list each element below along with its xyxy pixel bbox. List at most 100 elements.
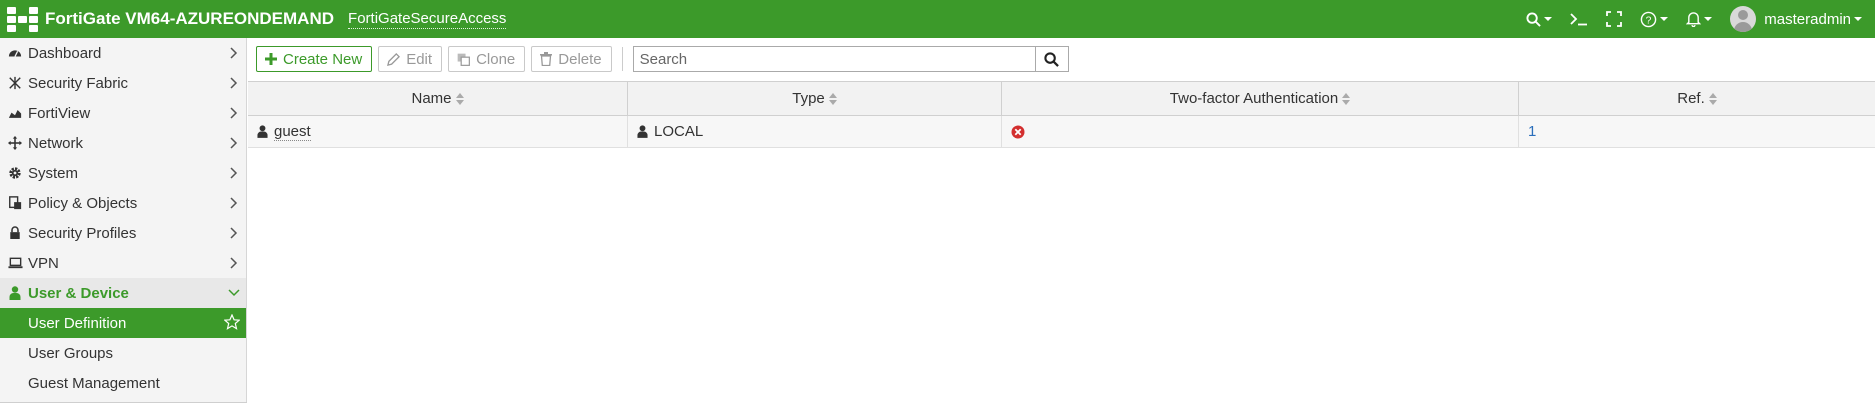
avatar	[1730, 6, 1757, 32]
table-header: Name Type Two-factor Authentication Ref.	[248, 81, 1875, 116]
user-icon	[637, 125, 648, 138]
chevron-down-icon	[1544, 17, 1553, 21]
chevron-right-icon	[230, 227, 238, 239]
column-header-label: Type	[792, 90, 825, 107]
edit-label: Edit	[406, 50, 433, 68]
clone-button[interactable]: Clone	[448, 46, 526, 72]
sidebar-item-label: VPN	[28, 254, 59, 272]
sidebar-item-security-profiles[interactable]: Security Profiles	[0, 218, 246, 248]
delete-label: Delete	[558, 50, 602, 68]
sidebar-item-network[interactable]: Network	[0, 128, 246, 158]
fortiview-icon	[7, 105, 23, 121]
sidebar-item-label: User & Device	[28, 284, 129, 302]
chevron-right-icon	[230, 197, 238, 209]
toolbar: Create New Edit Clone Delete	[248, 38, 1875, 80]
sidebar-item-system[interactable]: System	[0, 158, 246, 188]
chevron-down-icon	[1854, 17, 1862, 21]
table-row[interactable]: guest LOCAL 1	[248, 116, 1875, 148]
top-bar: FortiGate VM64-AZUREONDEMAND FortiGateSe…	[0, 0, 1875, 38]
user-menu-button[interactable]: masteradmin	[1721, 0, 1871, 38]
chevron-right-icon	[230, 137, 238, 149]
top-right-actions: ? masteradmin	[1517, 0, 1871, 38]
sidebar-subitem-guest-management[interactable]: Guest Management	[0, 368, 246, 398]
search-button[interactable]	[1034, 46, 1069, 72]
sidebar-subitem-label: Guest Management	[28, 374, 160, 392]
sidebar-subitem-user-groups[interactable]: User Groups	[0, 338, 246, 368]
notifications-button[interactable]	[1677, 0, 1721, 38]
dashboard-icon	[7, 45, 23, 61]
lock-icon	[7, 225, 23, 241]
user-type: LOCAL	[654, 123, 704, 140]
sidebar-item-vpn[interactable]: VPN	[0, 248, 246, 278]
user-icon	[7, 285, 23, 301]
chevron-down-icon	[1704, 17, 1713, 21]
fortinet-logo-icon	[4, 5, 40, 33]
sidebar-item-label: Security Fabric	[28, 74, 129, 92]
sidebar: Dashboard Security Fabric FortiView Netw…	[0, 38, 247, 403]
device-name: FortiGate VM64-AZUREONDEMAND	[45, 9, 335, 28]
chevron-down-icon	[228, 289, 240, 297]
sort-icon	[1342, 92, 1351, 105]
edit-button[interactable]: Edit	[378, 46, 443, 72]
plus-icon	[265, 53, 277, 65]
sidebar-subitem-label: User Groups	[28, 344, 114, 362]
column-header-ref[interactable]: Ref.	[1519, 82, 1875, 115]
disabled-x-circle-icon	[1011, 125, 1025, 138]
column-header-label: Name	[411, 90, 452, 107]
security-fabric-icon	[7, 75, 23, 91]
cell-two-factor	[1002, 116, 1519, 147]
search-input[interactable]	[632, 46, 1035, 72]
sidebar-item-label: System	[28, 164, 79, 182]
username: masteradmin	[1764, 10, 1851, 28]
search-icon	[1044, 51, 1059, 67]
chevron-right-icon	[230, 257, 238, 269]
sidebar-item-label: Dashboard	[28, 44, 102, 62]
column-header-label: Ref.	[1677, 90, 1705, 107]
column-header-type[interactable]: Type	[628, 82, 1002, 115]
sort-icon	[828, 92, 837, 105]
pencil-icon	[387, 52, 401, 66]
user-icon	[257, 125, 268, 138]
chevron-down-icon	[1660, 17, 1669, 21]
clone-icon	[457, 53, 471, 66]
help-menu-button[interactable]: ?	[1631, 0, 1677, 38]
user-name[interactable]: guest	[274, 123, 311, 141]
column-header-two-factor[interactable]: Two-factor Authentication	[1002, 82, 1519, 115]
create-new-button[interactable]: Create New	[256, 46, 373, 72]
sidebar-item-fortiview[interactable]: FortiView	[0, 98, 246, 128]
sidebar-item-security-fabric[interactable]: Security Fabric	[0, 68, 246, 98]
chevron-right-icon	[230, 107, 238, 119]
chevron-right-icon	[230, 77, 238, 89]
fullscreen-icon	[1606, 11, 1623, 27]
sidebar-item-label: FortiView	[28, 104, 91, 122]
svg-text:?: ?	[1646, 15, 1652, 26]
network-icon	[7, 135, 23, 151]
search-menu-button[interactable]	[1517, 0, 1561, 38]
policy-icon	[7, 195, 23, 211]
clone-label: Clone	[476, 50, 516, 68]
terminal-icon	[1570, 13, 1588, 26]
sort-icon	[1708, 92, 1717, 105]
sidebar-item-dashboard[interactable]: Dashboard	[0, 38, 246, 68]
trash-icon	[540, 52, 553, 66]
delete-button[interactable]: Delete	[531, 46, 612, 72]
cli-console-button[interactable]	[1561, 0, 1597, 38]
search-box	[632, 46, 1069, 72]
vdom-link[interactable]: FortiGateSecureAccess	[348, 10, 507, 29]
toolbar-divider	[621, 47, 623, 71]
sidebar-item-user-device[interactable]: User & Device	[0, 278, 246, 308]
sidebar-item-policy-objects[interactable]: Policy & Objects	[0, 188, 246, 218]
column-header-name[interactable]: Name	[248, 82, 628, 115]
bell-icon	[1686, 12, 1702, 27]
fullscreen-button[interactable]	[1597, 0, 1631, 38]
sidebar-item-label: Security Profiles	[28, 224, 137, 242]
cell-type: LOCAL	[628, 116, 1002, 147]
star-icon[interactable]	[224, 314, 240, 330]
ref-count-link[interactable]: 1	[1528, 123, 1536, 140]
gear-icon	[7, 165, 23, 181]
user-table: Name Type Two-factor Authentication Ref.…	[248, 81, 1875, 148]
sidebar-subitem-label: User Definition	[28, 314, 127, 332]
sidebar-subitem-user-definition[interactable]: User Definition	[0, 308, 246, 338]
column-header-label: Two-factor Authentication	[1169, 90, 1339, 107]
main-content: Create New Edit Clone Delete Name	[248, 38, 1875, 403]
